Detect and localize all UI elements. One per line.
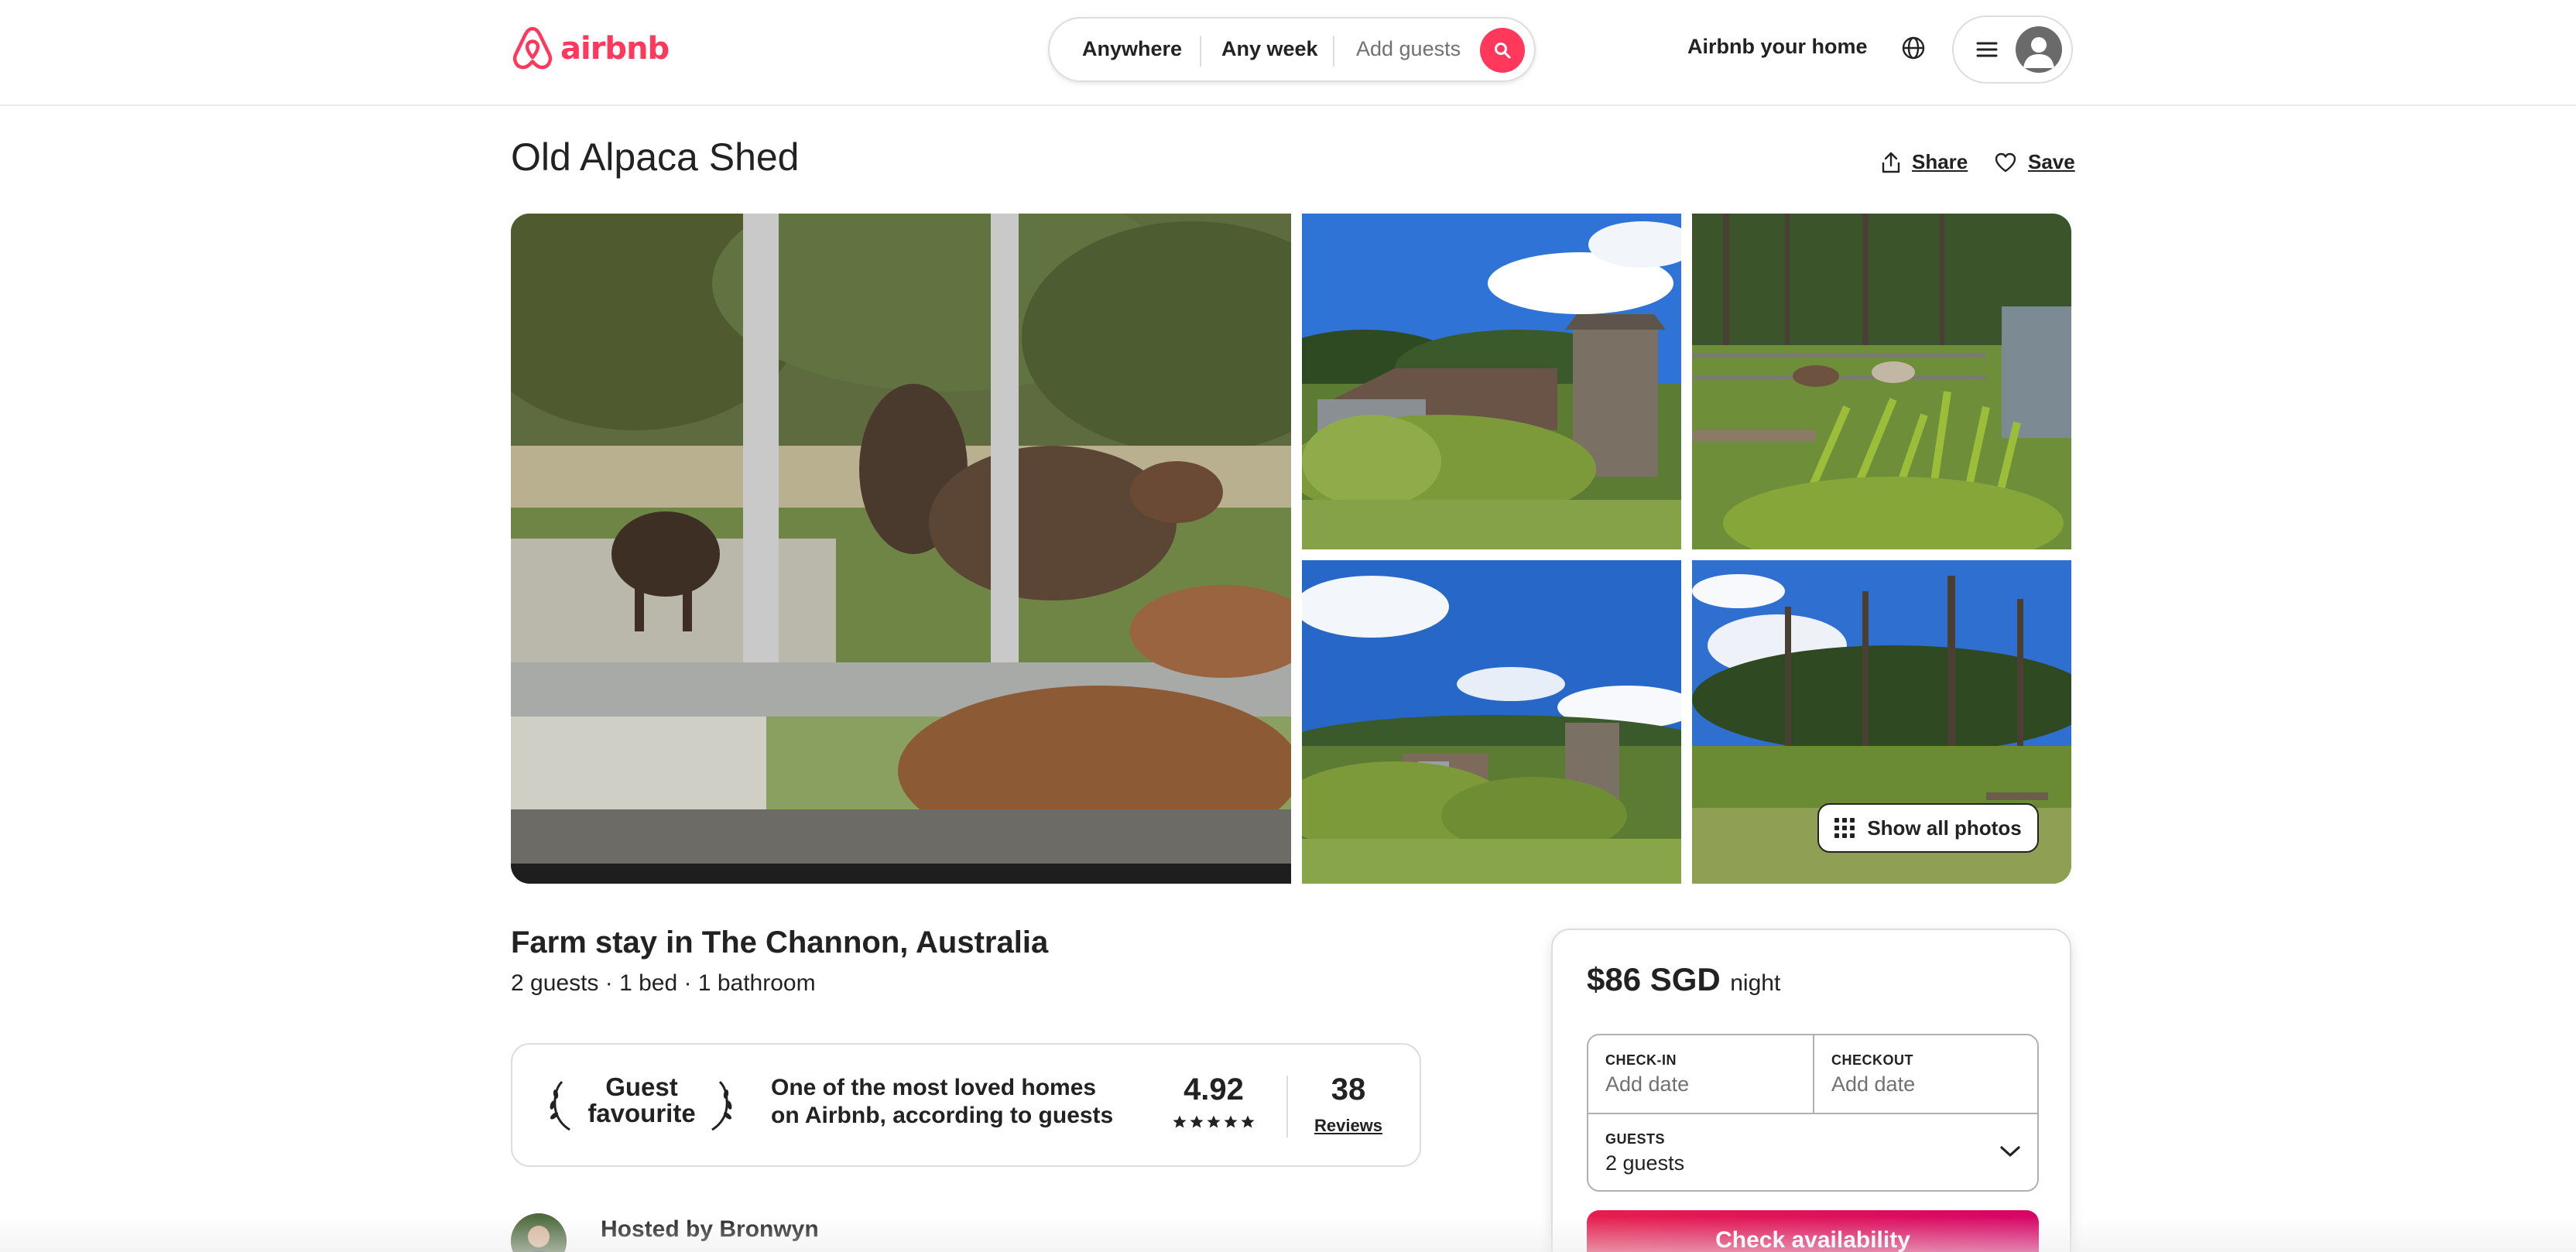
reviews-link[interactable]: Reviews	[1310, 1116, 1387, 1136]
checkout-value: Add date	[1831, 1072, 1916, 1096]
review-count: 38	[1331, 1072, 1366, 1107]
host-avatar[interactable]	[511, 1213, 567, 1252]
save-button[interactable]: Save	[1994, 150, 2075, 174]
search-divider	[1200, 36, 1201, 67]
guest-favourite-label-line1: Guest	[605, 1072, 678, 1101]
listing-photo-main[interactable]	[511, 214, 1291, 884]
page-title: Old Alpaca Shed	[511, 135, 800, 179]
price-amount: $86 SGD	[1587, 961, 1721, 997]
checkin-field[interactable]: CHECK-IN Add date	[1588, 1035, 1813, 1113]
avatar	[2016, 26, 2062, 73]
checkout-field[interactable]: CHECKOUT Add date	[1814, 1035, 2039, 1113]
save-label: Save	[2028, 150, 2075, 173]
search-location-button[interactable]: Anywhere	[1082, 37, 1182, 61]
airbnb-your-home-link[interactable]: Airbnb your home	[1687, 35, 1868, 59]
search-button[interactable]	[1480, 28, 1525, 73]
guests-label: GUESTS	[1605, 1131, 1666, 1147]
share-label: Share	[1912, 150, 1968, 173]
checkout-label: CHECKOUT	[1831, 1052, 1913, 1068]
top-header: airbnb Anywhere Any week Add guests Airb…	[0, 0, 2576, 106]
date-guest-picker: CHECK-IN Add date CHECKOUT Add date GUES…	[1587, 1034, 2039, 1192]
rating-divider	[1286, 1076, 1288, 1137]
listing-subtitle: Farm stay in The Channon, Australia	[511, 925, 1049, 960]
price-unit: night	[1730, 970, 1781, 996]
listing-details: 2 guests · 1 bed · 1 bathroom	[511, 970, 816, 996]
laurel-right-icon	[711, 1080, 732, 1131]
chevron-down-icon	[2000, 1146, 2020, 1157]
price-line: $86 SGD night	[1587, 961, 1780, 998]
guests-dropdown[interactable]: GUESTS 2 guests	[1588, 1114, 2037, 1192]
hamburger-menu-icon	[1976, 42, 1998, 57]
globe-icon[interactable]	[1899, 34, 1927, 62]
listing-photo-3[interactable]	[1692, 214, 2071, 549]
listing-photo-2[interactable]	[1302, 214, 1681, 549]
airbnb-logo-icon	[512, 26, 553, 70]
guest-favourite-description: One of the most loved homes on Airbnb, a…	[771, 1075, 1114, 1128]
bottom-scroll-fade	[0, 1216, 2576, 1252]
search-icon	[1495, 43, 1511, 59]
guests-value: 2 guests	[1605, 1151, 1685, 1175]
checkin-value: Add date	[1605, 1072, 1690, 1096]
star-icon	[1190, 1115, 1204, 1128]
search-bar[interactable]: Anywhere Any week Add guests	[1048, 17, 1536, 82]
listing-photo-4[interactable]	[1302, 560, 1681, 884]
shed-landscape-photo	[1302, 560, 1681, 884]
guest-favourite-label: Guest favourite	[582, 1074, 701, 1127]
star-icon	[1207, 1115, 1221, 1128]
airbnb-wordmark: airbnb	[560, 31, 670, 67]
share-icon	[1882, 152, 1900, 173]
rating-stars	[1172, 1114, 1255, 1130]
search-guests-button[interactable]: Add guests	[1356, 37, 1461, 61]
star-icon	[1241, 1115, 1255, 1128]
search-divider	[1333, 36, 1334, 67]
booking-card: $86 SGD night CHECK-IN Add date CHECKOUT…	[1551, 929, 2071, 1252]
shed-exterior-photo	[1302, 214, 1681, 549]
guest-favourite-label-line2: favourite	[587, 1099, 696, 1127]
user-avatar-icon	[2023, 37, 2054, 68]
grid-dots-icon	[1834, 818, 1855, 838]
star-icon	[1173, 1115, 1187, 1128]
search-week-button[interactable]: Any week	[1221, 37, 1318, 61]
share-button[interactable]: Share	[1881, 150, 1968, 174]
alpaca-window-photo	[511, 214, 1291, 884]
guest-favourite-card[interactable]: Guest favourite One of the most loved ho…	[511, 1043, 1421, 1167]
star-icon	[1224, 1115, 1238, 1128]
laurel-left-icon	[550, 1080, 570, 1131]
airbnb-logo[interactable]: airbnb	[511, 25, 670, 73]
hosted-by-label: Hosted by Bronwyn	[601, 1216, 819, 1242]
rating-value: 4.92	[1184, 1072, 1244, 1107]
host-photo	[511, 1213, 567, 1252]
heart-icon	[1995, 152, 2016, 172]
show-all-photos-label: Show all photos	[1867, 816, 2022, 840]
checkin-label: CHECK-IN	[1605, 1052, 1677, 1068]
show-all-photos-button[interactable]: Show all photos	[1817, 803, 2039, 853]
user-menu-button[interactable]	[1952, 15, 2073, 84]
check-availability-button[interactable]: Check availability	[1587, 1210, 2039, 1252]
paddock-photo	[1692, 214, 2071, 549]
